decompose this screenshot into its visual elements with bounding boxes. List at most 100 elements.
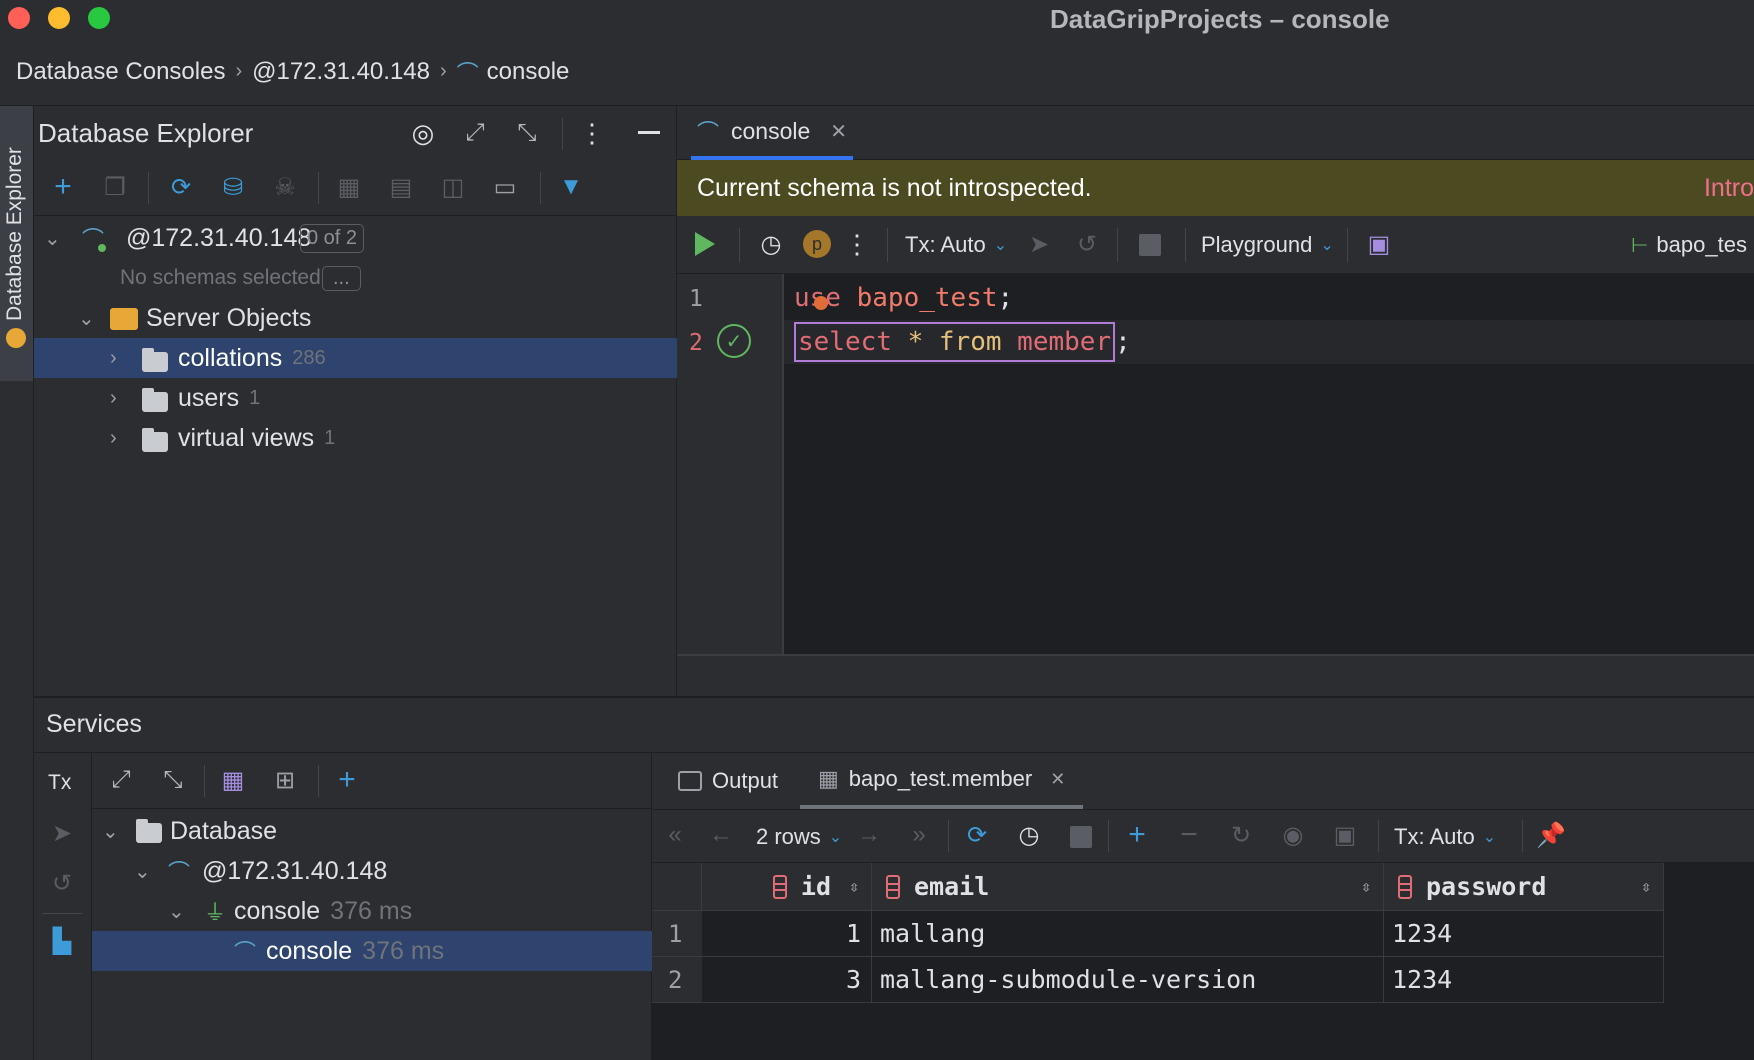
table-cell[interactable]: 1234 [1384,957,1664,1003]
tx-mode-dropdown[interactable]: Tx: Auto ⌄ [1394,824,1496,850]
rows-dropdown[interactable]: 2 rows ⌄ [756,824,842,850]
playground-dropdown[interactable]: Playground ⌄ [1201,232,1334,258]
introspect-link[interactable]: Intro [1704,174,1754,203]
sort-icon[interactable]: ⇳ [1361,877,1371,896]
ddl-icon[interactable]: ▤ [384,170,418,204]
minimize-window-button[interactable] [48,7,70,29]
database-explorer-panel: Database Explorer ◎ ⤢ ⤡ ⋮ + ❐ ⟳ ⛁ ☠ ▦ ▤ … [34,106,677,696]
last-page-icon[interactable]: » [902,818,936,852]
database-explorer-stripe-tab[interactable]: Database Explorer [0,106,33,381]
next-page-icon[interactable]: → [852,818,886,852]
tree-row-users[interactable]: › users 1 [34,378,677,418]
tree-row-virtual-views[interactable]: › virtual views 1 [34,418,677,458]
more-options-icon[interactable]: ⋮ [844,228,870,260]
column-header-email[interactable]: email ⇳ [872,863,1384,911]
preview-icon[interactable]: ◉ [1276,818,1310,852]
chevron-right-icon[interactable]: › [110,347,117,370]
new-tab-icon[interactable]: ⊞ [268,763,302,797]
close-icon[interactable]: ✕ [830,119,847,144]
more-options-icon[interactable]: ⋮ [579,116,605,150]
close-icon[interactable]: ✕ [1050,769,1065,790]
add-icon[interactable]: + [46,170,80,204]
schema-count-badge[interactable]: 0 of 2 [300,223,365,253]
breadcrumb-item-consoles[interactable]: Database Consoles [16,58,225,86]
tx-button[interactable]: Tx [48,771,71,795]
intention-bulb-icon[interactable] [814,296,828,310]
delete-row-icon[interactable]: − [1172,818,1206,852]
table-cell[interactable]: 1234 [1384,911,1664,957]
schema-selector[interactable]: ⊢ bapo_tes [1631,232,1747,258]
add-row-icon[interactable]: + [1120,818,1154,852]
tab-console[interactable]: ⌒ console ✕ [691,106,854,160]
sort-icon[interactable]: ⇳ [849,877,859,896]
table-cell[interactable]: mallang-submodule-version [872,957,1384,1003]
submit-icon[interactable]: ➤ [46,817,78,849]
close-window-button[interactable] [8,7,30,29]
rollback-icon[interactable]: ↺ [1071,228,1103,260]
chevron-right-icon[interactable]: › [110,387,117,410]
history-icon[interactable]: ◷ [1012,818,1046,852]
run-icon[interactable] [695,232,715,256]
column-header-id[interactable]: id ⇳ [702,863,872,911]
console-icon[interactable]: ▭ [488,170,522,204]
first-page-icon[interactable]: « [658,818,692,852]
result-view-icon[interactable]: ▣ [1363,228,1395,260]
collapse-icon[interactable]: ⤡ [156,763,190,797]
parameters-badge[interactable]: p [803,230,831,258]
column-header-password[interactable]: password ⇳ [1384,863,1664,911]
breadcrumb-item-console[interactable]: console [487,58,570,86]
chevron-down-icon[interactable]: ⌄ [134,859,151,884]
skull-icon[interactable]: ☠ [268,170,302,204]
maximize-window-button[interactable] [88,7,110,29]
refresh-icon[interactable]: ⟳ [164,170,198,204]
minimize-panel-icon[interactable] [638,131,660,134]
choose-schemas-button[interactable]: ... [322,265,361,291]
stop-icon[interactable] [1139,234,1161,256]
schema-search-icon[interactable]: ⛁ [216,170,250,204]
save-icon[interactable]: ▣ [1328,818,1362,852]
previous-page-icon[interactable]: ← [704,818,738,852]
executed-check-icon[interactable]: ✓ [717,324,751,358]
chevron-down-icon[interactable]: ⌄ [44,226,61,251]
chevron-down-icon[interactable]: ⌄ [78,306,95,331]
compare-icon[interactable]: ◫ [436,170,470,204]
copy-icon[interactable]: ❐ [98,170,132,204]
collapse-icon[interactable]: ⤡ [510,116,544,150]
breadcrumb-item-host[interactable]: @172.31.40.148 [252,58,430,86]
row-number[interactable]: 1 [652,911,702,957]
sort-icon[interactable]: ⇳ [1641,877,1651,896]
add-icon[interactable]: + [330,763,364,797]
tree-row-database[interactable]: ⌄ Database [92,811,652,851]
code-area[interactable]: use bapo_test; select * from member ; [784,274,1754,654]
row-number[interactable]: 2 [652,957,702,1003]
table-cell[interactable]: mallang [872,911,1384,957]
chevron-down-icon[interactable]: ⌄ [102,819,119,844]
tab-output[interactable]: Output [678,753,778,809]
history-icon[interactable]: ◷ [755,228,787,260]
table-cell[interactable]: 1 [702,911,872,957]
submit-icon[interactable]: ➤ [1023,228,1055,260]
expand-icon[interactable]: ⤢ [458,116,492,150]
tree-row-host[interactable]: ⌄ ⌒ @172.31.40.148 [92,851,652,891]
rollback-icon[interactable]: ↺ [46,867,78,899]
tree-row-connection[interactable]: ⌄ ⌒ @172.31.40.148 0 of 2 [34,218,677,258]
pin-icon[interactable]: 📌 [1534,818,1568,852]
tree-row-collations[interactable]: › collations 286 [34,338,677,378]
tree-row-console[interactable]: ⌒ console 376 ms [92,931,652,971]
expand-icon[interactable]: ⤢ [104,763,138,797]
stop-icon[interactable] [1070,826,1092,848]
table-cell[interactable]: 3 [702,957,872,1003]
tree-row-server-objects[interactable]: ⌄ Server Objects [34,298,677,338]
table-icon[interactable]: ▦ [332,170,366,204]
revert-icon[interactable]: ↻ [1224,818,1258,852]
target-icon[interactable]: ◎ [406,116,440,150]
tab-result-table[interactable]: ▦ bapo_test.member ✕ [800,753,1084,809]
tree-row-session[interactable]: ⌄ ⏚ console 376 ms [92,891,652,931]
chevron-down-icon[interactable]: ⌄ [168,899,185,924]
group-icon[interactable]: ▦ [216,763,250,797]
chevron-right-icon[interactable]: › [110,427,117,450]
filter-icon[interactable]: ▼ [554,170,588,204]
tx-mode-dropdown[interactable]: Tx: Auto ⌄ [905,232,1007,258]
refresh-icon[interactable]: ⟳ [960,818,994,852]
layout-icon[interactable]: ▙ [46,925,78,957]
